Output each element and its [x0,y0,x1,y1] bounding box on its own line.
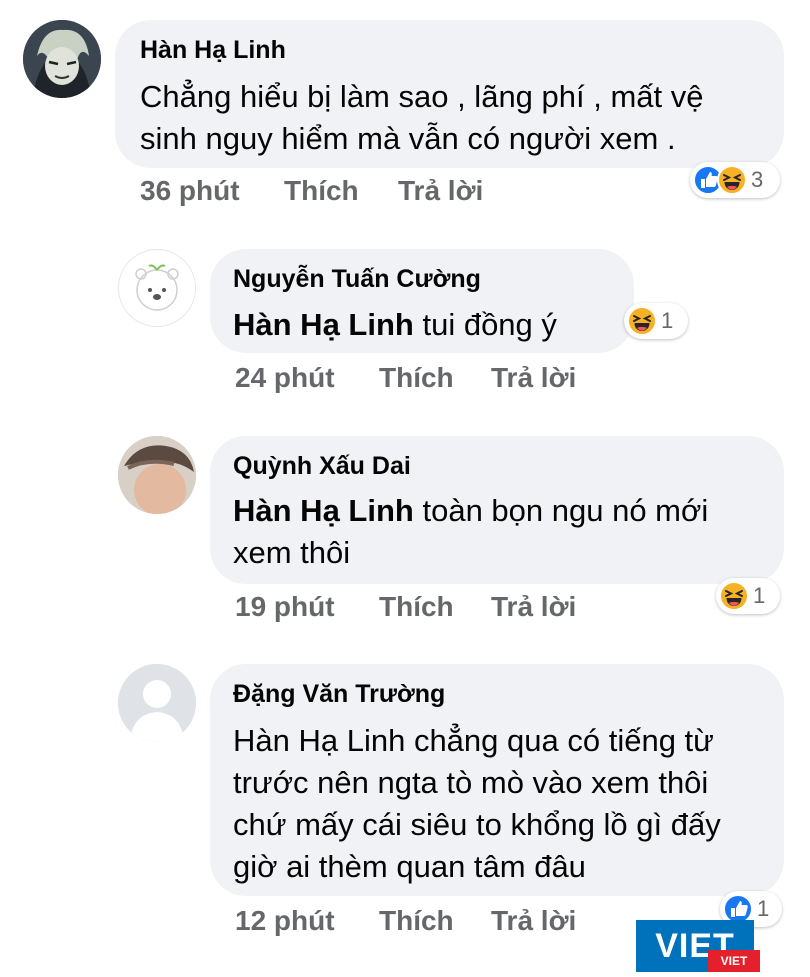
comment-line: trước nên ngta tò mò vào xem thôi [233,765,709,800]
reaction-count: 1 [753,583,766,608]
comment-author[interactable]: Hàn Hạ Linh [140,36,286,65]
reaction-count: 3 [751,167,764,192]
mention-link[interactable]: Hàn Hạ Linh [233,493,414,528]
reaction-summary[interactable]: 3 [690,162,780,198]
avatar[interactable] [23,20,101,98]
comment-line: sinh nguy hiểm mà vẫn có người xem . [140,121,676,156]
haha-icon [719,581,749,611]
comment-author[interactable]: Đặng Văn Trường [233,680,445,709]
timestamp[interactable]: 36 phút [140,175,240,207]
timestamp[interactable]: 19 phút [235,591,335,623]
comment-text: Hàn Hạ Linh chẳng qua có tiếng từ trước … [233,720,721,888]
comment-text: Hàn Hạ Linh tui đồng ý [233,304,557,346]
reaction-count: 1 [661,308,674,333]
anime-avatar-icon [23,20,101,98]
comment-line: Hàn Hạ Linh chẳng qua có tiếng từ [233,723,714,758]
bear-avatar-icon [135,264,179,311]
reaction-count: 1 [757,896,770,921]
comment-line: Chẳng hiểu bị làm sao , lãng phí , mất v… [140,79,704,114]
comment-line: chứ mấy cái siêu to khổng lồ gì đấy [233,807,721,842]
like-button[interactable]: Thích [284,175,359,207]
timestamp[interactable]: 24 phút [235,362,335,394]
comment-text: Hàn Hạ Linh toàn bọn ngu nó mới xem thôi [233,490,708,574]
person-photo-avatar-icon [118,436,196,514]
avatar[interactable] [118,436,196,514]
comment-text: Chẳng hiểu bị làm sao , lãng phí , mất v… [140,76,704,160]
avatar[interactable] [118,664,196,742]
default-user-avatar-icon [118,664,196,742]
comment-author[interactable]: Quỳnh Xấu Dai [233,452,411,481]
comment-line: tui đồng ý [422,307,557,342]
watermark-sub: VIET [708,950,760,972]
like-button[interactable]: Thích [379,905,454,937]
like-button[interactable]: Thích [379,362,454,394]
comment-line: giờ ai thèm quan tâm đâu [233,849,586,884]
avatar[interactable] [118,249,196,327]
like-button[interactable]: Thích [379,591,454,623]
reply-button[interactable]: Trả lời [491,905,576,937]
haha-icon [717,165,747,195]
comment-line: xem thôi [233,535,351,570]
reaction-summary[interactable]: 1 [716,578,780,614]
comment-line: toàn bọn ngu nó mới [422,493,709,528]
haha-icon [627,306,657,336]
reply-button[interactable]: Trả lời [491,362,576,394]
reaction-summary[interactable]: 1 [624,303,688,339]
timestamp[interactable]: 12 phút [235,905,335,937]
comment-author[interactable]: Nguyễn Tuấn Cường [233,265,481,294]
mention-link[interactable]: Hàn Hạ Linh [233,307,414,342]
reply-button[interactable]: Trả lời [491,591,576,623]
reply-button[interactable]: Trả lời [398,175,483,207]
